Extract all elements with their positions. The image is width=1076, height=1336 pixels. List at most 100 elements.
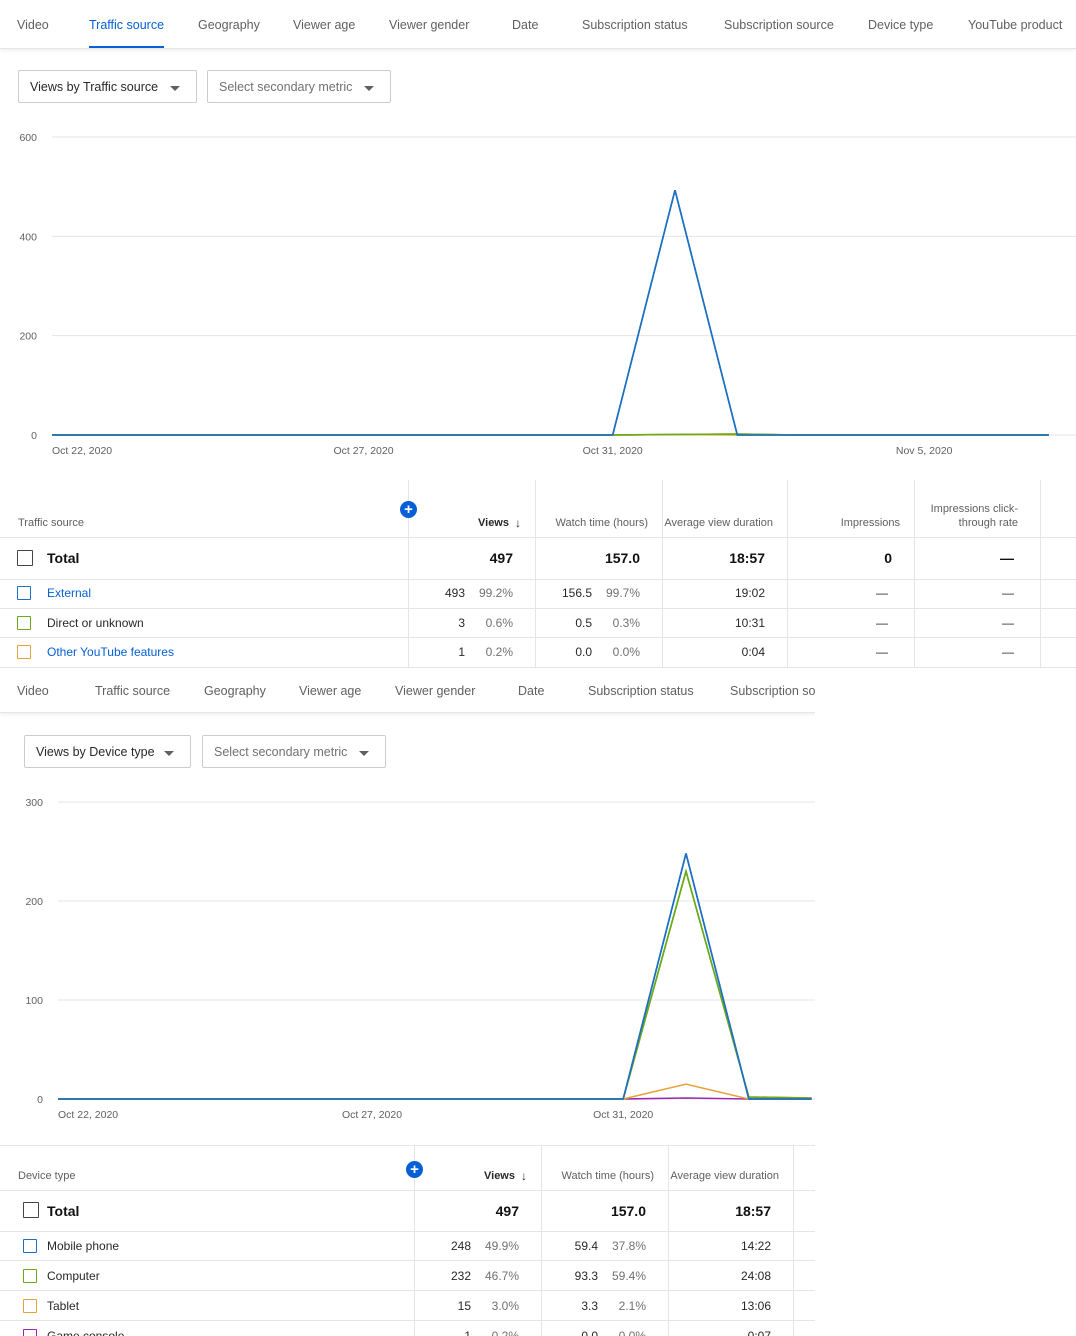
tab-viewer-gender[interactable]: Viewer gender bbox=[395, 668, 475, 714]
y-tick-label: 0 bbox=[31, 430, 37, 442]
table-row: Tablet 15 3.0% 3.3 2.1% 13:06 bbox=[0, 1291, 815, 1321]
watch-time-value: 93.3 bbox=[574, 1268, 598, 1283]
views-value-percent: 0.6% bbox=[485, 615, 513, 630]
ctr-column-header[interactable]: Impressions click-through rate bbox=[915, 480, 1041, 537]
tab-video[interactable]: Video bbox=[17, 0, 49, 46]
caret-down-icon bbox=[359, 751, 369, 756]
impressions-column-header[interactable]: Impressions bbox=[788, 480, 915, 537]
sort-down-arrow-icon: ↓ bbox=[521, 1169, 527, 1183]
total-avg-view-duration: 18:57 bbox=[663, 537, 788, 579]
views-value: 248 bbox=[450, 1238, 471, 1253]
tab-traffic-source[interactable]: Traffic source bbox=[95, 668, 170, 714]
tab-device-type[interactable]: Device type bbox=[868, 0, 933, 46]
add-column-button[interactable]: + bbox=[406, 1161, 423, 1178]
row-label[interactable]: Other YouTube features bbox=[47, 645, 174, 659]
total-checkbox[interactable] bbox=[17, 550, 33, 566]
tab-viewer-age[interactable]: Viewer age bbox=[299, 668, 361, 714]
total-impressions: 0 bbox=[788, 537, 915, 579]
table-row: Mobile phone 248 49.9% 59.4 37.8% 14:22 bbox=[0, 1231, 815, 1261]
watch-time-value-percent: 99.7% bbox=[606, 586, 641, 601]
row-checkbox[interactable] bbox=[23, 1269, 37, 1283]
traffic-source-report: Video Traffic source Geography Viewer ag… bbox=[0, 0, 1076, 668]
metric-dropdown-label: Views by Traffic source bbox=[30, 80, 159, 94]
secondary-metric-dropdown[interactable]: Select secondary metric bbox=[202, 735, 386, 768]
impressions-value: — bbox=[788, 579, 915, 608]
views-header-label: Views bbox=[478, 517, 509, 529]
row-checkbox[interactable] bbox=[17, 615, 31, 630]
dimension-header: Device type bbox=[0, 1146, 415, 1190]
table-header: Device type Views ↓ Watch time (hours) Av… bbox=[0, 1145, 815, 1191]
device-type-report: Video Traffic source Geography Viewer ag… bbox=[0, 668, 815, 1336]
tab-date[interactable]: Date bbox=[518, 668, 544, 714]
tab-geography[interactable]: Geography bbox=[198, 0, 260, 46]
avg-view-duration-value: 14:22 bbox=[669, 1231, 794, 1260]
row-checkbox[interactable] bbox=[17, 586, 31, 600]
tab-youtube-product[interactable]: YouTube product bbox=[968, 0, 1062, 46]
add-column-button[interactable]: + bbox=[400, 501, 417, 518]
metric-dropdown-label: Views by Device type bbox=[36, 745, 155, 759]
row-checkbox[interactable] bbox=[23, 1329, 37, 1336]
watch-time-value: 0.0 bbox=[575, 645, 592, 660]
tab-viewer-gender[interactable]: Viewer gender bbox=[389, 0, 469, 46]
views-line-chart: 0 100 200 300 Oct 22, 2020 Oct 27, 2020 Oct 31… bbox=[25, 797, 815, 1121]
views-column-header[interactable]: Views ↓ bbox=[415, 1146, 542, 1190]
tab-traffic-source[interactable]: Traffic source bbox=[89, 0, 165, 48]
avg-view-duration-value: 19:02 bbox=[663, 579, 788, 608]
tab-subscription-source[interactable]: Subscription source bbox=[724, 0, 834, 46]
views-value-percent: 0.2% bbox=[491, 1328, 519, 1336]
table-row: Computer 232 46.7% 93.3 59.4% 24:08 bbox=[0, 1261, 815, 1291]
y-tick-label: 100 bbox=[25, 995, 43, 1007]
watch-time-value-percent: 2.1% bbox=[618, 1298, 646, 1313]
tab-subscription-status[interactable]: Subscription status bbox=[582, 0, 688, 46]
secondary-metric-dropdown[interactable]: Select secondary metric bbox=[207, 70, 391, 103]
row-checkbox[interactable] bbox=[23, 1239, 37, 1253]
y-tick-label: 400 bbox=[19, 231, 37, 243]
watch-time-column-header[interactable]: Watch time (hours) bbox=[542, 1146, 669, 1190]
tab-viewer-age[interactable]: Viewer age bbox=[293, 0, 355, 46]
tab-geography[interactable]: Geography bbox=[204, 668, 266, 714]
dimension-tabs: Video Traffic source Geography Viewer ag… bbox=[0, 0, 1076, 49]
metric-dropdown[interactable]: Views by Device type bbox=[24, 735, 191, 768]
row-label: Mobile phone bbox=[47, 1238, 120, 1253]
views-value-percent: 99.2% bbox=[479, 586, 514, 601]
avg-view-duration-value: 24:08 bbox=[669, 1261, 794, 1290]
tab-subscription-status[interactable]: Subscription status bbox=[588, 668, 694, 714]
series-line bbox=[58, 1083, 812, 1100]
tab-video[interactable]: Video bbox=[17, 668, 49, 714]
dimension-tabs: Video Traffic source Geography Viewer ag… bbox=[0, 668, 815, 713]
total-label: Total bbox=[47, 550, 80, 566]
total-views: 497 bbox=[415, 1190, 542, 1231]
caret-down-icon bbox=[164, 751, 174, 756]
series-line bbox=[52, 189, 1049, 436]
tab-subscription-source[interactable]: Subscription source bbox=[730, 668, 815, 714]
avg-view-duration-column-header[interactable]: Average view duration bbox=[669, 1146, 794, 1190]
total-views: 497 bbox=[409, 537, 536, 579]
total-checkbox[interactable] bbox=[23, 1202, 39, 1218]
x-tick-label: Oct 31, 2020 bbox=[583, 445, 643, 457]
views-column-header[interactable]: Views ↓ bbox=[409, 480, 536, 537]
series-line bbox=[52, 189, 1049, 436]
views-value: 1 bbox=[458, 645, 465, 660]
row-label: Computer bbox=[47, 1268, 100, 1283]
row-checkbox[interactable] bbox=[17, 645, 31, 659]
avg-view-duration-value: 0:04 bbox=[663, 638, 788, 667]
x-tick-label: Oct 22, 2020 bbox=[58, 1109, 118, 1121]
watch-time-value: 3.3 bbox=[581, 1298, 598, 1313]
views-line-chart: 0 200 400 600 Oct 22, 2020 Oct 27, 2020 Oct 31… bbox=[19, 132, 1076, 457]
watch-time-column-header[interactable]: Watch time (hours) bbox=[536, 480, 663, 537]
total-ctr: — bbox=[915, 537, 1041, 579]
dimension-header: Traffic source bbox=[0, 480, 409, 537]
tab-date[interactable]: Date bbox=[512, 0, 538, 46]
row-label: Game console bbox=[47, 1328, 125, 1336]
row-label[interactable]: External bbox=[47, 586, 91, 600]
row-checkbox[interactable] bbox=[23, 1299, 37, 1313]
metric-dropdown[interactable]: Views by Traffic source bbox=[18, 70, 197, 103]
views-value: 15 bbox=[457, 1298, 471, 1313]
watch-time-value-percent: 59.4% bbox=[612, 1268, 647, 1283]
ctr-value: — bbox=[915, 638, 1041, 667]
table-row: Other YouTube features 1 0.2% 0.0 0.0% 0:04— — bbox=[0, 638, 1076, 668]
avg-view-duration-column-header[interactable]: Average view duration bbox=[663, 480, 788, 537]
row-label: Direct or unknown bbox=[47, 615, 144, 630]
plus-icon: + bbox=[404, 501, 413, 518]
views-value-percent: 0.2% bbox=[485, 645, 513, 660]
